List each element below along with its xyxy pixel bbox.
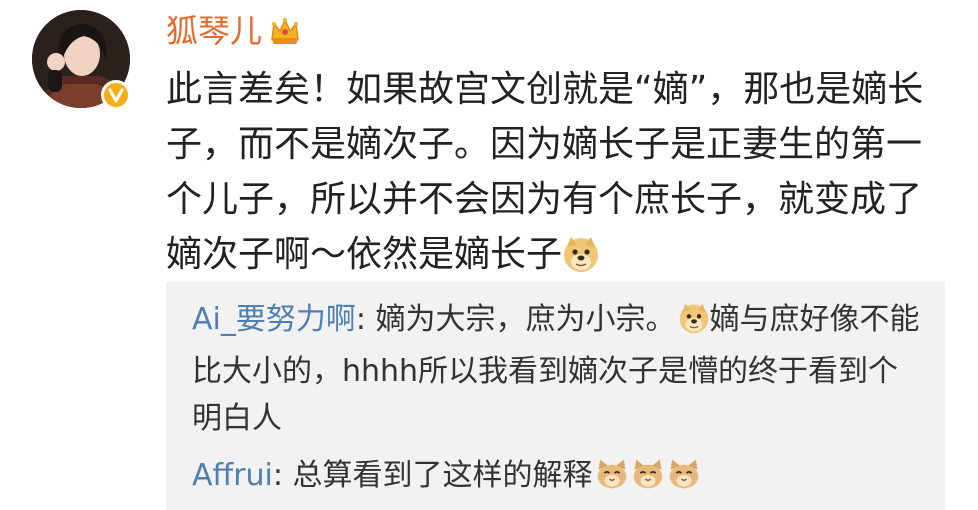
comment-text: 总算看到了这样的解释 bbox=[292, 458, 593, 493]
comment-item: Affrui: 总算看到了这样的解释 bbox=[192, 452, 927, 504]
comment-separator: : bbox=[272, 458, 293, 493]
comment-author-link[interactable]: Ai_要努力啊 bbox=[192, 302, 356, 337]
comment-author-link[interactable]: Affrui bbox=[192, 458, 273, 493]
cat-emoji-icon bbox=[631, 457, 665, 504]
verified-v-icon bbox=[108, 88, 124, 103]
comment-text: 嫡为大宗，庶为小宗。 bbox=[375, 302, 676, 337]
comment-item: Ai_要努力啊: 嫡为大宗，庶为小宗。 嫡与庶好像不能比大小的，hhhh所以我看… bbox=[192, 296, 927, 442]
crown-icon bbox=[271, 18, 299, 44]
cat-emoji-icon bbox=[595, 457, 629, 504]
doge-emoji-icon bbox=[562, 234, 600, 289]
comment-separator: : bbox=[355, 302, 376, 337]
username-text[interactable]: 狐琴儿 bbox=[166, 10, 262, 52]
post-content: 此言差矣！如果故宫文创就是“嫡”，那也是嫡长子，而不是嫡次子。因为嫡长子是正妻生… bbox=[166, 69, 924, 275]
post-text: 此言差矣！如果故宫文创就是“嫡”，那也是嫡长子，而不是嫡次子。因为嫡长子是正妻生… bbox=[166, 62, 956, 289]
comments-box: Ai_要努力啊: 嫡为大宗，庶为小宗。 嫡与庶好像不能比大小的，hhhh所以我看… bbox=[166, 282, 945, 510]
verified-badge bbox=[101, 80, 131, 110]
post-username[interactable]: 狐琴儿 bbox=[166, 10, 302, 52]
cat-emoji-icon bbox=[667, 457, 701, 504]
doge-emoji-icon bbox=[678, 301, 710, 348]
